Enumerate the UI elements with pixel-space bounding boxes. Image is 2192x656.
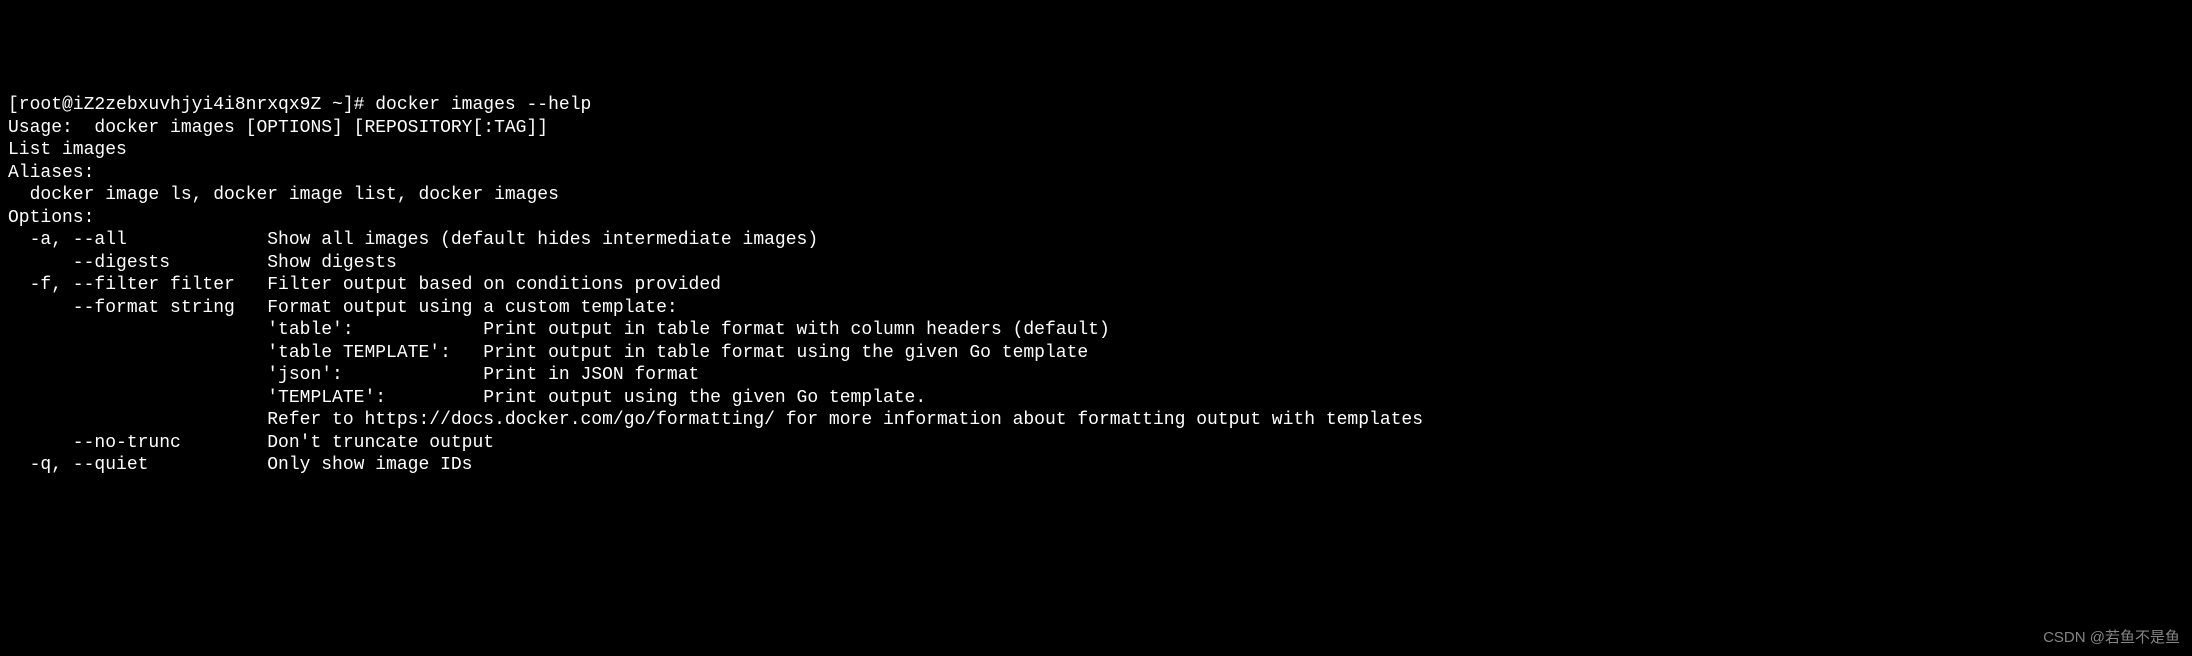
terminal-output[interactable]: [root@iZ2zebxuvhjyi4i8nrxqx9Z ~]# docker… bbox=[8, 94, 2184, 477]
option-format: --format string Format output using a cu… bbox=[8, 297, 2184, 320]
prompt-line: [root@iZ2zebxuvhjyi4i8nrxqx9Z ~]# docker… bbox=[8, 94, 2184, 117]
description-line: List images bbox=[8, 139, 2184, 162]
option-digests: --digests Show digests bbox=[8, 252, 2184, 275]
option-no-trunc: --no-trunc Don't truncate output bbox=[8, 432, 2184, 455]
options-header: Options: bbox=[8, 207, 2184, 230]
option-format-table-template: 'table TEMPLATE': Print output in table … bbox=[8, 342, 2184, 365]
option-filter: -f, --filter filter Filter output based … bbox=[8, 274, 2184, 297]
aliases-header: Aliases: bbox=[8, 162, 2184, 185]
option-format-refer: Refer to https://docs.docker.com/go/form… bbox=[8, 409, 2184, 432]
option-format-json: 'json': Print in JSON format bbox=[8, 364, 2184, 387]
aliases-line: docker image ls, docker image list, dock… bbox=[8, 184, 2184, 207]
option-format-table: 'table': Print output in table format wi… bbox=[8, 319, 2184, 342]
usage-line: Usage: docker images [OPTIONS] [REPOSITO… bbox=[8, 117, 2184, 140]
option-all: -a, --all Show all images (default hides… bbox=[8, 229, 2184, 252]
option-format-template: 'TEMPLATE': Print output using the given… bbox=[8, 387, 2184, 410]
watermark: CSDN @若鱼不是鱼 bbox=[2043, 629, 2180, 648]
option-quiet: -q, --quiet Only show image IDs bbox=[8, 454, 2184, 477]
